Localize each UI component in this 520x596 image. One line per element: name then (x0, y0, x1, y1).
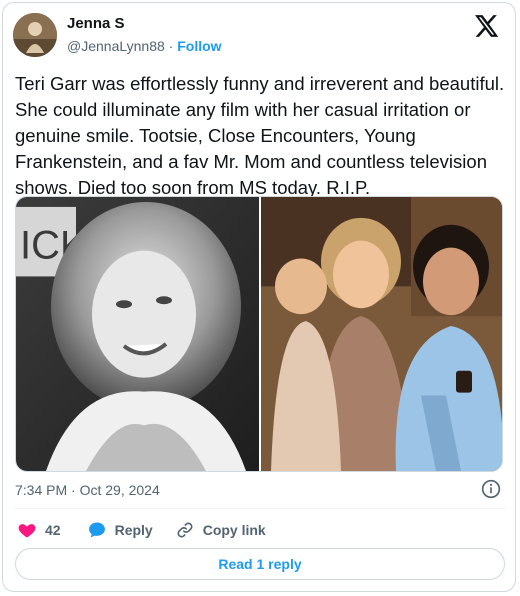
info-icon[interactable] (481, 479, 501, 499)
like-count: 42 (45, 522, 61, 538)
divider (15, 508, 505, 509)
avatar[interactable] (13, 13, 57, 57)
action-bar: 42 Reply Copy link (17, 518, 266, 542)
copy-link-button[interactable]: Copy link (175, 520, 266, 540)
reply-label: Reply (114, 522, 153, 538)
heart-icon (18, 524, 36, 538)
tweet-media[interactable]: ICK (15, 196, 503, 472)
reply-button[interactable]: Reply (87, 520, 153, 540)
x-logo-icon[interactable] (473, 13, 499, 39)
copy-link-label: Copy link (202, 522, 266, 538)
link-icon (177, 522, 193, 538)
tweet-text: Teri Garr was effortlessly funny and irr… (15, 73, 505, 198)
read-replies-button[interactable]: Read 1 reply (15, 548, 505, 580)
follow-button[interactable]: Follow (177, 38, 221, 54)
speech-bubble-icon (88, 522, 105, 538)
photo-film-still[interactable] (261, 197, 502, 471)
like-button[interactable]: 42 (17, 520, 61, 540)
tweet-timestamp[interactable]: 7:34 PM · Oct 29, 2024 (15, 482, 160, 498)
photo-portrait-bw[interactable]: ICK (16, 197, 259, 471)
author-handle-row: @JennaLynn88 · Follow (67, 38, 222, 54)
handle-separator: · (164, 38, 178, 54)
tweet-card: Jenna S @JennaLynn88 · Follow Teri Garr … (2, 2, 516, 592)
author-handle[interactable]: @JennaLynn88 (67, 38, 165, 54)
author-name[interactable]: Jenna S (67, 15, 125, 32)
